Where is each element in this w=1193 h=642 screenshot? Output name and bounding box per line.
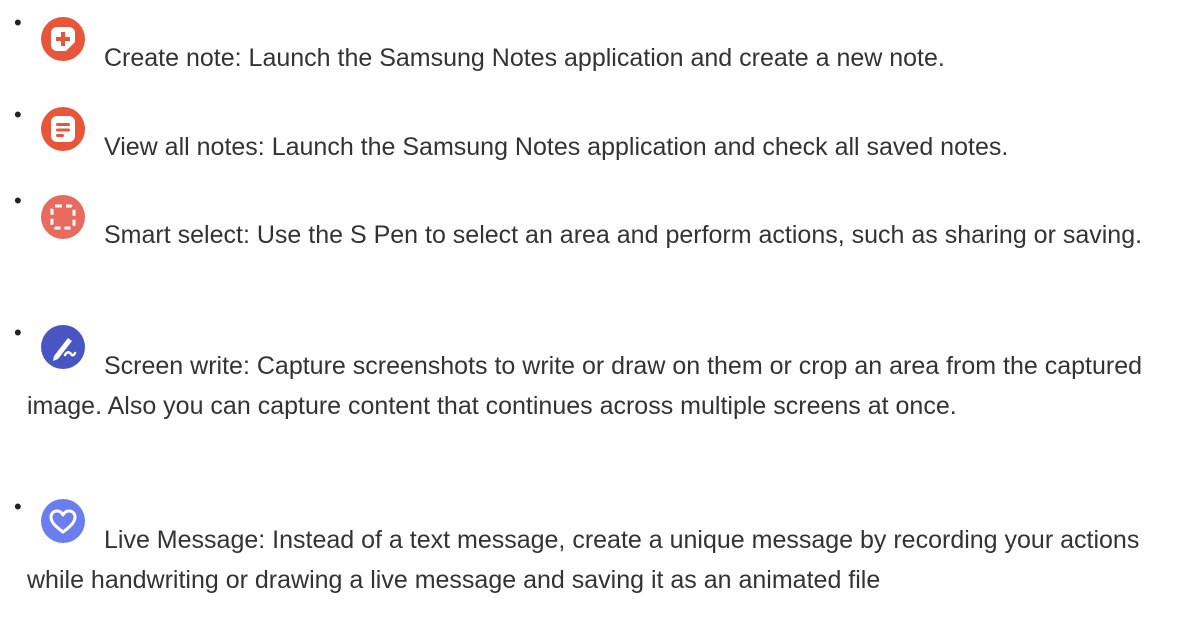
feature-name: Screen write [104, 352, 243, 380]
bullet: • [14, 494, 22, 519]
bullet: • [14, 320, 22, 345]
feature-name: View all notes [104, 133, 258, 161]
feature-text: Screen write: Capture screenshots to wri… [27, 352, 1143, 420]
feature-text: Smart select: Use the S Pen to select an… [104, 221, 1143, 249]
feature-name: Create note [104, 44, 235, 72]
feature-text: Live Message: Instead of a text message,… [27, 526, 1140, 594]
feature-name: Smart select [104, 221, 243, 249]
feature-description: Use the S Pen to select an area and perf… [256, 221, 1143, 249]
bullet: • [14, 188, 22, 213]
bullet: • [14, 102, 22, 127]
bullet: • [14, 10, 22, 35]
feature-name: Live Message [104, 526, 259, 554]
feature-text: Create note: Launch the Samsung Notes ap… [104, 44, 945, 72]
feature-description: Launch the Samsung Notes application and… [248, 44, 945, 72]
feature-text: View all notes: Launch the Samsung Notes… [104, 133, 1009, 161]
feature-description: Launch the Samsung Notes application and… [271, 133, 1009, 161]
